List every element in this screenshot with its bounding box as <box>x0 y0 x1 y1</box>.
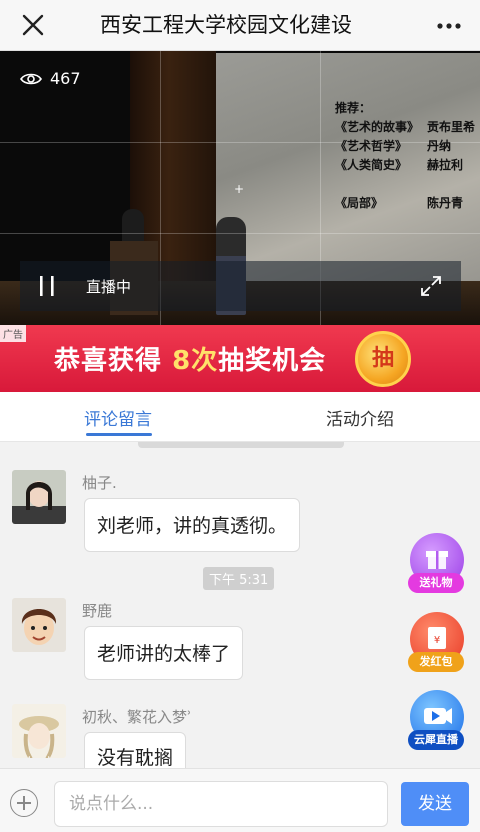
slide-author: 贡布里希 <box>427 120 476 134</box>
eye-icon <box>20 73 42 84</box>
live-video-player[interactable]: 推荐： 《艺术的故事》 贡布里希 《艺术哲学》 丹纳 《人类简史》 赫拉利 《局部》 陈… <box>0 51 480 325</box>
page-title: 西安工程大学校园文化建设 <box>100 13 352 37</box>
ad-tag: 广告 <box>0 325 26 342</box>
tab-activity-intro[interactable]: 活动介绍 <box>326 405 394 430</box>
user-avatar-icon <box>12 704 66 758</box>
close-icon[interactable] <box>20 12 46 38</box>
svg-text:¥: ¥ <box>434 635 440 646</box>
viewer-count: 467 <box>20 69 81 88</box>
slide-author: 赫拉利 <box>427 158 464 172</box>
slide-book: 《局部》 <box>335 196 384 210</box>
avatar[interactable] <box>12 470 66 524</box>
message-bubble: 没有耽搁 <box>84 732 187 768</box>
username: 野鹿 <box>82 602 113 620</box>
send-red-envelope-label: 发红包 <box>408 652 464 672</box>
plus-icon[interactable] <box>10 789 38 817</box>
username: 初秋、繁花入梦ʾ <box>82 708 192 726</box>
slide-text: 推荐： 《艺术的故事》 贡布里希 《艺术哲学》 丹纳 《人类简史》 赫拉利 《局部》 陈… <box>335 99 480 213</box>
ad-text-highlight: 8次 <box>172 346 219 376</box>
slide-book: 《人类简史》 <box>335 158 408 172</box>
crosshair-icon: + <box>234 182 245 196</box>
tab-comments[interactable]: 评论留言 <box>84 405 152 430</box>
viewer-count-value: 467 <box>50 69 81 88</box>
tab-bar: 评论留言 活动介绍 <box>0 392 480 442</box>
ad-text-before: 恭喜获得 <box>54 346 173 376</box>
send-red-envelope-button[interactable]: ¥ 发红包 <box>408 612 464 682</box>
pause-icon[interactable] <box>38 275 56 297</box>
message-bubble: 刘老师，讲的真透彻。 <box>84 498 301 552</box>
video-controls: 直播中 <box>20 261 461 311</box>
avatar[interactable] <box>12 704 66 758</box>
avatar[interactable] <box>12 598 66 652</box>
fullscreen-icon[interactable] <box>419 274 443 298</box>
ad-text: 恭喜获得 8次抽奖机会 <box>54 340 326 377</box>
person-at-lectern <box>122 209 144 245</box>
yunxi-live-label: 云犀直播 <box>408 730 464 750</box>
send-gift-button[interactable]: 送礼物 <box>408 533 464 603</box>
slide-author: 陈丹青 <box>427 196 464 210</box>
top-bar: 西安工程大学校园文化建设 <box>0 0 480 51</box>
grid-line <box>0 233 480 234</box>
send-button[interactable]: 发送 <box>401 782 469 826</box>
lottery-coin-icon: 抽 <box>355 331 411 387</box>
comment-input[interactable]: 说点什么... <box>54 781 388 827</box>
message-bubble: 老师讲的太棒了 <box>84 626 244 680</box>
comment-input-bar: 说点什么... 发送 <box>0 768 480 832</box>
slide-author: 丹纳 <box>427 139 452 153</box>
time-divider: 下午 5:31 <box>203 567 275 590</box>
slide-heading: 推荐： <box>335 101 372 115</box>
username: 柚子. <box>82 474 117 492</box>
send-gift-label: 送礼物 <box>408 573 464 593</box>
yunxi-live-button[interactable]: 云犀直播 <box>408 690 464 760</box>
coin-label: 抽 <box>371 346 394 371</box>
live-status: 直播中 <box>86 278 132 296</box>
active-tab-indicator <box>86 433 152 436</box>
user-avatar-icon <box>12 470 66 524</box>
slide-book: 《艺术的故事》 <box>335 120 420 134</box>
user-avatar-icon <box>12 598 66 652</box>
slide-book: 《艺术哲学》 <box>335 139 408 153</box>
ad-text-after: 抽奖机会 <box>218 346 327 376</box>
ad-banner[interactable]: 广告 恭喜获得 8次抽奖机会 抽 <box>0 325 480 392</box>
more-icon[interactable] <box>436 16 462 36</box>
